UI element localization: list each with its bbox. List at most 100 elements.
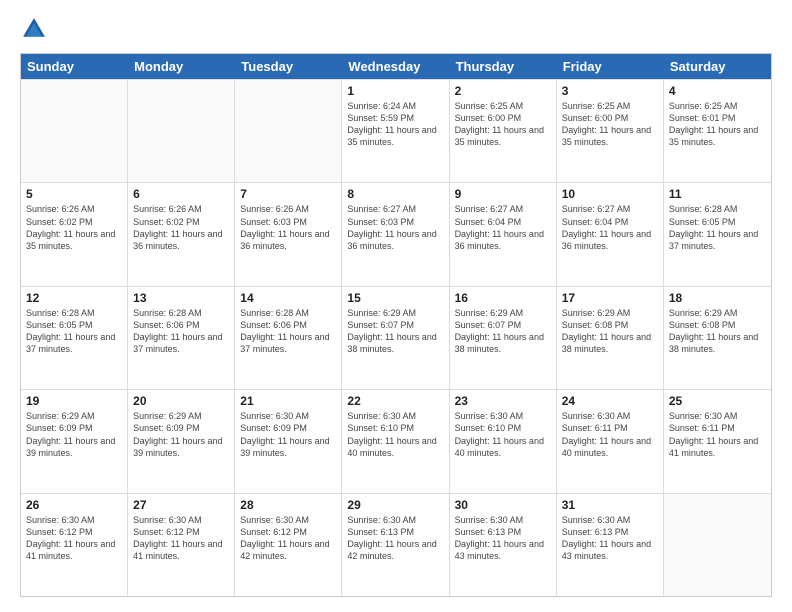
day-info: Sunrise: 6:30 AMSunset: 6:12 PMDaylight:… — [133, 514, 229, 563]
day-info: Sunrise: 6:30 AMSunset: 6:10 PMDaylight:… — [455, 410, 551, 459]
empty-cell — [235, 80, 342, 182]
day-info: Sunrise: 6:26 AMSunset: 6:02 PMDaylight:… — [26, 203, 122, 252]
day-info: Sunrise: 6:29 AMSunset: 6:09 PMDaylight:… — [133, 410, 229, 459]
calendar-body: 1 Sunrise: 6:24 AMSunset: 5:59 PMDaylight… — [21, 79, 771, 596]
day-cell-22: 22Sunrise: 6:30 AMSunset: 6:10 PMDayligh… — [342, 390, 449, 492]
day-cell-14: 14 Sunrise: 6:28 AMSunset: 6:06 PMDayligh… — [235, 287, 342, 389]
day-cell-18: 18 Sunrise: 6:29 AMSunset: 6:08 PMDayligh… — [664, 287, 771, 389]
day-number: 6 — [133, 187, 229, 201]
day-info: Sunrise: 6:27 AMSunset: 6:04 PMDaylight:… — [455, 203, 551, 252]
day-info: Sunrise: 6:25 AMSunset: 6:01 PMDaylight:… — [669, 100, 766, 149]
day-number: 18 — [669, 291, 766, 305]
day-cell-26: 26 Sunrise: 6:30 AMSunset: 6:12 PMDayligh… — [21, 494, 128, 596]
day-info: Sunrise: 6:24 AMSunset: 5:59 PMDaylight:… — [347, 100, 443, 149]
day-header-tuesday: Tuesday — [235, 54, 342, 79]
day-number: 21 — [240, 394, 336, 408]
day-info: Sunrise: 6:29 AMSunset: 6:09 PMDaylight:… — [26, 410, 122, 459]
day-cell-31: 31Sunrise: 6:30 AMSunset: 6:13 PMDayligh… — [557, 494, 664, 596]
empty-cell — [21, 80, 128, 182]
day-cell-29: 29Sunrise: 6:30 AMSunset: 6:13 PMDayligh… — [342, 494, 449, 596]
day-cell-27: 27 Sunrise: 6:30 AMSunset: 6:12 PMDayligh… — [128, 494, 235, 596]
day-cell-20: 20 Sunrise: 6:29 AMSunset: 6:09 PMDayligh… — [128, 390, 235, 492]
day-number: 15 — [347, 291, 443, 305]
day-info: Sunrise: 6:28 AMSunset: 6:06 PMDaylight:… — [240, 307, 336, 356]
week-row-2: 5Sunrise: 6:26 AMSunset: 6:02 PMDaylight… — [21, 182, 771, 285]
day-number: 8 — [347, 187, 443, 201]
day-number: 30 — [455, 498, 551, 512]
day-header-thursday: Thursday — [450, 54, 557, 79]
day-cell-23: 23 Sunrise: 6:30 AMSunset: 6:10 PMDayligh… — [450, 390, 557, 492]
day-number: 13 — [133, 291, 229, 305]
day-cell-10: 10Sunrise: 6:27 AMSunset: 6:04 PMDayligh… — [557, 183, 664, 285]
day-number: 23 — [455, 394, 551, 408]
day-info: Sunrise: 6:29 AMSunset: 6:08 PMDaylight:… — [562, 307, 658, 356]
day-number: 4 — [669, 84, 766, 98]
day-cell-2: 2 Sunrise: 6:25 AMSunset: 6:00 PMDaylight… — [450, 80, 557, 182]
day-info: Sunrise: 6:30 AMSunset: 6:09 PMDaylight:… — [240, 410, 336, 459]
day-header-friday: Friday — [557, 54, 664, 79]
day-number: 17 — [562, 291, 658, 305]
day-cell-17: 17 Sunrise: 6:29 AMSunset: 6:08 PMDayligh… — [557, 287, 664, 389]
day-number: 22 — [347, 394, 443, 408]
day-header-wednesday: Wednesday — [342, 54, 449, 79]
header — [20, 15, 772, 43]
day-info: Sunrise: 6:30 AMSunset: 6:12 PMDaylight:… — [240, 514, 336, 563]
week-row-3: 12Sunrise: 6:28 AMSunset: 6:05 PMDayligh… — [21, 286, 771, 389]
day-cell-5: 5Sunrise: 6:26 AMSunset: 6:02 PMDaylight… — [21, 183, 128, 285]
day-number: 16 — [455, 291, 551, 305]
day-number: 10 — [562, 187, 658, 201]
week-row-1: 1 Sunrise: 6:24 AMSunset: 5:59 PMDaylight… — [21, 79, 771, 182]
day-info: Sunrise: 6:30 AMSunset: 6:13 PMDaylight:… — [455, 514, 551, 563]
day-number: 20 — [133, 394, 229, 408]
day-number: 14 — [240, 291, 336, 305]
empty-cell — [664, 494, 771, 596]
day-cell-28: 28 Sunrise: 6:30 AMSunset: 6:12 PMDayligh… — [235, 494, 342, 596]
day-number: 2 — [455, 84, 551, 98]
day-info: Sunrise: 6:25 AMSunset: 6:00 PMDaylight:… — [562, 100, 658, 149]
day-info: Sunrise: 6:29 AMSunset: 6:07 PMDaylight:… — [347, 307, 443, 356]
day-info: Sunrise: 6:30 AMSunset: 6:13 PMDaylight:… — [562, 514, 658, 563]
day-info: Sunrise: 6:25 AMSunset: 6:00 PMDaylight:… — [455, 100, 551, 149]
day-info: Sunrise: 6:29 AMSunset: 6:07 PMDaylight:… — [455, 307, 551, 356]
day-cell-7: 7Sunrise: 6:26 AMSunset: 6:03 PMDaylight… — [235, 183, 342, 285]
day-number: 19 — [26, 394, 122, 408]
empty-cell — [128, 80, 235, 182]
day-cell-1: 1 Sunrise: 6:24 AMSunset: 5:59 PMDaylight… — [342, 80, 449, 182]
calendar-header: SundayMondayTuesdayWednesdayThursdayFrid… — [21, 54, 771, 79]
day-header-monday: Monday — [128, 54, 235, 79]
day-info: Sunrise: 6:28 AMSunset: 6:05 PMDaylight:… — [669, 203, 766, 252]
day-number: 1 — [347, 84, 443, 98]
day-cell-12: 12Sunrise: 6:28 AMSunset: 6:05 PMDayligh… — [21, 287, 128, 389]
day-cell-8: 8Sunrise: 6:27 AMSunset: 6:03 PMDaylight… — [342, 183, 449, 285]
day-info: Sunrise: 6:26 AMSunset: 6:03 PMDaylight:… — [240, 203, 336, 252]
day-info: Sunrise: 6:30 AMSunset: 6:12 PMDaylight:… — [26, 514, 122, 563]
day-cell-3: 3 Sunrise: 6:25 AMSunset: 6:00 PMDaylight… — [557, 80, 664, 182]
page: SundayMondayTuesdayWednesdayThursdayFrid… — [0, 0, 792, 612]
logo — [20, 15, 52, 43]
day-info: Sunrise: 6:30 AMSunset: 6:11 PMDaylight:… — [669, 410, 766, 459]
day-cell-30: 30 Sunrise: 6:30 AMSunset: 6:13 PMDayligh… — [450, 494, 557, 596]
day-number: 27 — [133, 498, 229, 512]
day-cell-25: 25Sunrise: 6:30 AMSunset: 6:11 PMDayligh… — [664, 390, 771, 492]
day-cell-6: 6Sunrise: 6:26 AMSunset: 6:02 PMDaylight… — [128, 183, 235, 285]
day-header-sunday: Sunday — [21, 54, 128, 79]
day-cell-13: 13 Sunrise: 6:28 AMSunset: 6:06 PMDayligh… — [128, 287, 235, 389]
week-row-5: 26 Sunrise: 6:30 AMSunset: 6:12 PMDayligh… — [21, 493, 771, 596]
day-number: 28 — [240, 498, 336, 512]
day-number: 24 — [562, 394, 658, 408]
day-cell-19: 19 Sunrise: 6:29 AMSunset: 6:09 PMDayligh… — [21, 390, 128, 492]
week-row-4: 19 Sunrise: 6:29 AMSunset: 6:09 PMDayligh… — [21, 389, 771, 492]
day-number: 11 — [669, 187, 766, 201]
day-info: Sunrise: 6:29 AMSunset: 6:08 PMDaylight:… — [669, 307, 766, 356]
day-info: Sunrise: 6:28 AMSunset: 6:06 PMDaylight:… — [133, 307, 229, 356]
calendar: SundayMondayTuesdayWednesdayThursdayFrid… — [20, 53, 772, 597]
day-info: Sunrise: 6:28 AMSunset: 6:05 PMDaylight:… — [26, 307, 122, 356]
day-cell-4: 4 Sunrise: 6:25 AMSunset: 6:01 PMDaylight… — [664, 80, 771, 182]
day-cell-21: 21 Sunrise: 6:30 AMSunset: 6:09 PMDayligh… — [235, 390, 342, 492]
day-info: Sunrise: 6:30 AMSunset: 6:13 PMDaylight:… — [347, 514, 443, 563]
day-number: 26 — [26, 498, 122, 512]
day-cell-9: 9Sunrise: 6:27 AMSunset: 6:04 PMDaylight… — [450, 183, 557, 285]
day-number: 3 — [562, 84, 658, 98]
day-cell-11: 11 Sunrise: 6:28 AMSunset: 6:05 PMDayligh… — [664, 183, 771, 285]
day-info: Sunrise: 6:30 AMSunset: 6:11 PMDaylight:… — [562, 410, 658, 459]
